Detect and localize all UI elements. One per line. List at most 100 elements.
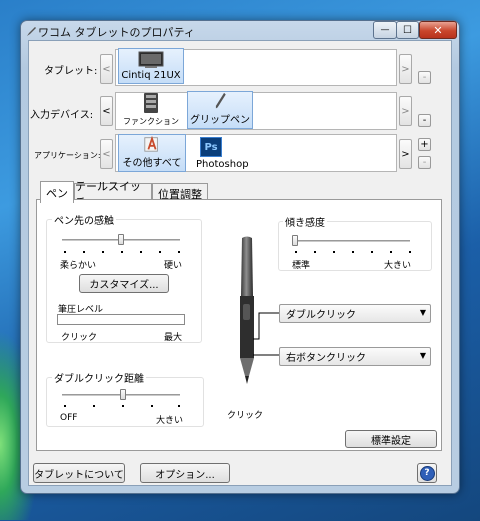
tablet-scroll-left[interactable]: < bbox=[100, 54, 113, 84]
options-button-label: オプション... bbox=[155, 469, 215, 481]
chevron-left-icon: < bbox=[102, 148, 111, 160]
lower-button-select[interactable]: 右ボタンクリック ▼ bbox=[279, 347, 431, 366]
chevron-right-icon: > bbox=[401, 105, 410, 117]
application-scroll-right[interactable]: > bbox=[399, 139, 412, 169]
double-click-distance-max-label: 大きい bbox=[156, 416, 184, 426]
dropdown-arrow-icon: ▼ bbox=[419, 351, 426, 360]
remove-application-button[interactable]: - bbox=[418, 156, 431, 169]
tablet-row-label: タブレット: bbox=[44, 66, 98, 77]
tick bbox=[122, 405, 124, 407]
about-button[interactable]: タブレットについて bbox=[33, 463, 125, 483]
tick bbox=[409, 251, 411, 253]
tab-pen[interactable]: ペン bbox=[40, 181, 74, 203]
function-keys-icon bbox=[144, 93, 158, 113]
chevron-left-icon: < bbox=[102, 105, 111, 117]
tilt-title: 傾き感度 bbox=[283, 214, 327, 229]
upper-button-value: ダブルクリック bbox=[286, 310, 356, 321]
input-device-scroll-left[interactable]: < bbox=[100, 96, 113, 126]
input-device-scroll-right[interactable]: > bbox=[399, 96, 412, 126]
help-button[interactable]: ? bbox=[417, 463, 437, 483]
tilt-min-label: 標準 bbox=[292, 261, 311, 271]
tip-feel-max-label: 硬い bbox=[164, 261, 183, 271]
window-title: ワコム タブレットのプロパティ bbox=[38, 26, 195, 39]
tip-feel-min-label: 柔らかい bbox=[60, 261, 97, 271]
input-device-item-label: グリップペン bbox=[190, 115, 250, 126]
tick bbox=[64, 251, 66, 253]
close-icon: ✕ bbox=[433, 23, 443, 37]
application-row-label: アプリケーション: bbox=[34, 151, 101, 160]
application-item-photoshop[interactable]: Ps Photoshop bbox=[190, 134, 256, 172]
double-click-distance-slider[interactable] bbox=[120, 389, 126, 400]
tick bbox=[295, 251, 297, 253]
tick bbox=[83, 251, 85, 253]
input-device-row-label: 入力デバイス: bbox=[30, 110, 94, 121]
chevron-right-icon: > bbox=[401, 63, 410, 75]
tick bbox=[390, 251, 392, 253]
tick bbox=[371, 251, 373, 253]
monitor-icon bbox=[138, 51, 164, 68]
pressure-right-label: 最大 bbox=[164, 333, 183, 343]
customize-button-label: カスタマイズ... bbox=[89, 280, 159, 291]
plus-icon: + bbox=[420, 138, 429, 150]
close-button[interactable]: ✕ bbox=[419, 21, 457, 39]
about-button-label: タブレットについて bbox=[34, 469, 124, 481]
tick bbox=[151, 405, 153, 407]
customize-button[interactable]: カスタマイズ... bbox=[79, 274, 169, 293]
tick bbox=[140, 251, 142, 253]
tablet-item-label: Cintiq 21UX bbox=[121, 70, 181, 81]
help-icon: ? bbox=[419, 465, 435, 481]
remove-tablet-button[interactable]: - bbox=[418, 71, 431, 84]
pressure-left-label: クリック bbox=[61, 333, 98, 343]
application-item-label: その他すべて bbox=[122, 158, 182, 169]
tick bbox=[333, 251, 335, 253]
tilt-slider[interactable] bbox=[292, 235, 298, 246]
all-apps-icon bbox=[144, 135, 158, 152]
options-button[interactable]: オプション... bbox=[140, 463, 230, 483]
tip-feel-slider[interactable] bbox=[118, 234, 124, 245]
tick bbox=[352, 251, 354, 253]
add-application-button[interactable]: + bbox=[418, 138, 431, 151]
minus-icon: - bbox=[422, 114, 427, 126]
input-device-item-function[interactable]: ファンクション bbox=[120, 91, 182, 129]
tick bbox=[159, 251, 161, 253]
minimize-icon: — bbox=[380, 25, 390, 35]
dropdown-arrow-icon: ▼ bbox=[419, 308, 426, 317]
input-device-item-grip-pen[interactable]: グリップペン bbox=[187, 91, 253, 129]
application-item-label: Photoshop bbox=[196, 159, 249, 170]
minus-icon: - bbox=[422, 71, 427, 83]
tip-feel-title: ペン先の感触 bbox=[52, 212, 116, 227]
tick bbox=[121, 251, 123, 253]
tab-label: ペン bbox=[46, 186, 68, 200]
default-button-label: 標準設定 bbox=[371, 435, 411, 447]
pen-icon bbox=[215, 92, 226, 109]
input-device-item-label: ファンクション bbox=[123, 117, 179, 126]
tilt-track bbox=[292, 240, 410, 242]
maximize-icon: ☐ bbox=[403, 24, 412, 36]
upper-button-select[interactable]: ダブルクリック ▼ bbox=[279, 304, 431, 323]
chevron-left-icon: < bbox=[102, 63, 111, 75]
maximize-button[interactable]: ☐ bbox=[396, 21, 419, 39]
minus-icon: - bbox=[422, 156, 427, 168]
double-click-distance-title: ダブルクリック距離 bbox=[52, 370, 146, 385]
tablet-item-cintiq[interactable]: Cintiq 21UX bbox=[118, 48, 184, 84]
chevron-right-icon: > bbox=[401, 148, 410, 160]
tick bbox=[178, 405, 180, 407]
application-item-all-others[interactable]: その他すべて bbox=[118, 134, 186, 172]
double-click-distance-min-label: OFF bbox=[60, 413, 78, 423]
tick bbox=[93, 405, 95, 407]
tilt-max-label: 大きい bbox=[384, 261, 412, 271]
pen-tip-label: クリック bbox=[227, 411, 264, 421]
tick bbox=[102, 251, 104, 253]
tick bbox=[314, 251, 316, 253]
tick bbox=[64, 405, 66, 407]
default-button[interactable]: 標準設定 bbox=[345, 430, 437, 448]
tablet-scroll-right[interactable]: > bbox=[399, 54, 412, 84]
remove-input-device-button[interactable]: - bbox=[418, 114, 431, 127]
lower-button-value: 右ボタンクリック bbox=[286, 353, 366, 364]
pen-app-icon bbox=[27, 27, 36, 36]
minimize-button[interactable]: — bbox=[373, 21, 397, 39]
application-scroll-left[interactable]: < bbox=[100, 139, 113, 169]
pressure-bar bbox=[57, 314, 185, 325]
photoshop-icon: Ps bbox=[200, 137, 222, 157]
tick bbox=[178, 251, 180, 253]
